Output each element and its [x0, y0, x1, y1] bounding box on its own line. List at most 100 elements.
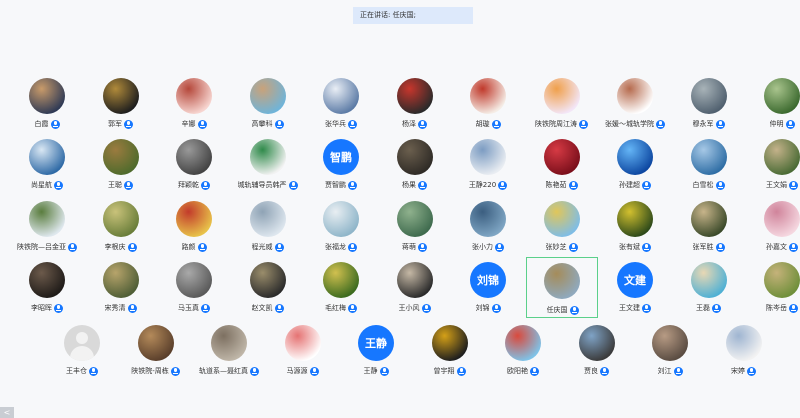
microphone-icon[interactable] [789, 303, 798, 313]
participant-tile[interactable]: 张小力 [452, 201, 524, 255]
microphone-icon[interactable] [747, 366, 756, 376]
participant-tile[interactable]: 辛娜 [158, 78, 230, 132]
participant-tile[interactable]: 白雪松 [673, 139, 745, 193]
participant-tile[interactable]: 李昭晖 [11, 262, 83, 316]
microphone-icon[interactable] [642, 303, 651, 313]
microphone-icon[interactable] [201, 303, 210, 313]
participant-tile[interactable]: 孙建超 [599, 139, 671, 193]
microphone-icon[interactable] [274, 242, 284, 252]
microphone-icon[interactable] [274, 303, 284, 313]
microphone-icon[interactable] [656, 119, 665, 129]
microphone-icon[interactable] [418, 242, 427, 252]
participant-tile[interactable]: 文建 王文建 [599, 262, 671, 316]
microphone-icon[interactable] [250, 366, 259, 376]
back-button[interactable]: < [0, 407, 14, 418]
microphone-icon[interactable] [712, 303, 721, 313]
participant-tile[interactable]: 陈岑岳 [746, 262, 800, 316]
participant-tile[interactable]: 王丰仓 [46, 325, 118, 379]
participant-tile[interactable]: 孙嘉文 [746, 201, 800, 255]
microphone-icon[interactable] [418, 119, 427, 129]
microphone-icon[interactable] [124, 180, 133, 190]
participant-tile[interactable]: 王小风 [379, 262, 451, 316]
microphone-icon[interactable] [673, 366, 683, 376]
microphone-icon[interactable] [197, 242, 207, 252]
participant-tile[interactable]: 毛红梅 [305, 262, 377, 316]
participant-tile[interactable]: 张妙芝 [526, 201, 598, 255]
participant-tile[interactable]: 王文娟 [746, 139, 800, 193]
participant-tile[interactable]: 刘锦 刘锦 [452, 262, 524, 316]
microphone-icon[interactable] [491, 119, 501, 129]
microphone-icon[interactable] [642, 242, 651, 252]
participant-tile[interactable]: 张军胜 [673, 201, 745, 255]
participant-tile[interactable]: 智鹏 贾智鹏 [305, 139, 377, 193]
participant-tile[interactable]: 曾宇翔 [414, 325, 486, 379]
microphone-icon[interactable] [274, 119, 284, 129]
participant-tile[interactable]: 穆永军 [673, 78, 745, 132]
microphone-icon[interactable] [715, 242, 725, 252]
participant-tile-active-speaker[interactable]: 任庆国 [525, 257, 598, 318]
participant-tile[interactable]: 胡璇 [452, 78, 524, 132]
microphone-icon[interactable] [89, 366, 98, 376]
participant-tile[interactable]: 宋秀清 [85, 262, 157, 316]
microphone-icon[interactable] [68, 242, 77, 252]
microphone-icon[interactable] [348, 180, 357, 190]
microphone-icon[interactable] [789, 180, 798, 190]
participant-tile[interactable]: 马源源 [267, 325, 339, 379]
participant-tile[interactable]: 张华兵 [305, 78, 377, 132]
participant-tile[interactable]: 郭军 [85, 78, 157, 132]
microphone-icon[interactable] [54, 180, 63, 190]
microphone-icon[interactable] [348, 303, 357, 313]
participant-tile[interactable]: 马玉真 [158, 262, 230, 316]
participant-tile[interactable]: 路颜 [158, 201, 230, 255]
participant-tile[interactable]: 王聪 [85, 139, 157, 193]
participant-tile[interactable]: 仲明 [746, 78, 800, 132]
microphone-icon[interactable] [197, 119, 207, 129]
participant-tile[interactable]: 王静220 [452, 139, 524, 193]
participant-tile[interactable]: 赵文凯 [232, 262, 304, 316]
microphone-icon[interactable] [495, 242, 504, 252]
microphone-icon[interactable] [348, 119, 357, 129]
microphone-icon[interactable] [127, 242, 137, 252]
participant-tile[interactable]: 轨道系—聂红真 [193, 325, 265, 379]
microphone-icon[interactable] [789, 242, 798, 252]
participant-tile[interactable]: 王磊 [673, 262, 745, 316]
microphone-icon[interactable] [201, 180, 210, 190]
participant-tile[interactable]: 尚星航 [11, 139, 83, 193]
microphone-icon[interactable] [569, 305, 579, 315]
participant-tile[interactable]: 拜颖乾 [158, 139, 230, 193]
participant-tile[interactable]: 李根庆 [85, 201, 157, 255]
participant-tile[interactable]: 张有斌 [599, 201, 671, 255]
participant-tile[interactable]: 蒋萌 [379, 201, 451, 255]
microphone-icon[interactable] [421, 303, 431, 313]
microphone-icon[interactable] [127, 303, 137, 313]
participant-tile[interactable]: 高攀科 [232, 78, 304, 132]
microphone-icon[interactable] [568, 242, 578, 252]
microphone-icon[interactable] [309, 366, 319, 376]
participant-tile[interactable]: 刘江 [634, 325, 706, 379]
microphone-icon[interactable] [170, 366, 180, 376]
microphone-icon[interactable] [54, 303, 63, 313]
microphone-icon[interactable] [642, 180, 651, 190]
microphone-icon[interactable] [715, 119, 725, 129]
participant-tile[interactable]: 陕铁院-周栋 [120, 325, 192, 379]
microphone-icon[interactable] [785, 119, 795, 129]
microphone-icon[interactable] [379, 366, 389, 376]
microphone-icon[interactable] [568, 180, 578, 190]
participant-tile[interactable]: 陕铁院—吕金亚 [11, 201, 83, 255]
microphone-icon[interactable] [530, 366, 539, 376]
participant-tile[interactable]: 杨泽 [379, 78, 451, 132]
participant-tile[interactable]: 张媛～城轨学院 [599, 78, 671, 132]
microphone-icon[interactable] [579, 119, 588, 129]
participant-tile[interactable]: 贾良 [561, 325, 633, 379]
microphone-icon[interactable] [418, 180, 427, 190]
participant-tile[interactable]: 城轨辅导员韩严 [232, 139, 304, 193]
microphone-icon[interactable] [491, 303, 501, 313]
microphone-icon[interactable] [715, 180, 725, 190]
participant-tile[interactable]: 杨果 [379, 139, 451, 193]
microphone-icon[interactable] [124, 119, 133, 129]
participant-tile[interactable]: 王静 王静 [340, 325, 412, 379]
participant-tile[interactable]: 程光威 [232, 201, 304, 255]
microphone-icon[interactable] [288, 180, 298, 190]
participant-tile[interactable]: 白霞 [11, 78, 83, 132]
participant-tile[interactable]: 宋婷 [708, 325, 780, 379]
